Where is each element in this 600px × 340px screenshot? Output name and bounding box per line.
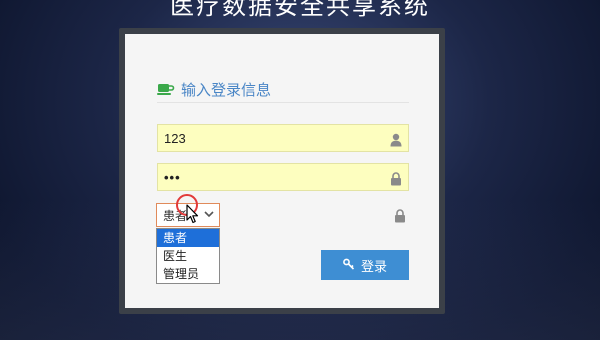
key-icon <box>343 258 355 273</box>
role-dropdown-list: 患者 医生 管理员 <box>156 228 220 284</box>
password-input[interactable] <box>158 169 380 185</box>
login-button-label: 登录 <box>360 258 387 274</box>
login-button[interactable]: 登录 <box>321 250 409 280</box>
cup-icon <box>157 81 175 97</box>
login-heading-text: 输入登录信息 <box>181 80 272 99</box>
chevron-down-icon <box>204 210 214 221</box>
mouse-pointer-icon <box>186 204 200 224</box>
page-title: 医疗数据安全共享系统 <box>170 0 430 20</box>
role-option-doctor[interactable]: 医生 <box>157 247 219 265</box>
username-field-container <box>157 124 409 152</box>
password-field-container <box>157 163 409 191</box>
username-input[interactable] <box>158 130 380 146</box>
role-option-patient[interactable]: 患者 <box>157 229 219 247</box>
role-lock-icon <box>394 208 406 223</box>
login-heading: 输入登录信息 <box>157 76 409 103</box>
role-option-admin[interactable]: 管理员 <box>157 265 219 283</box>
lock-icon <box>390 171 402 186</box>
user-icon <box>390 132 402 147</box>
